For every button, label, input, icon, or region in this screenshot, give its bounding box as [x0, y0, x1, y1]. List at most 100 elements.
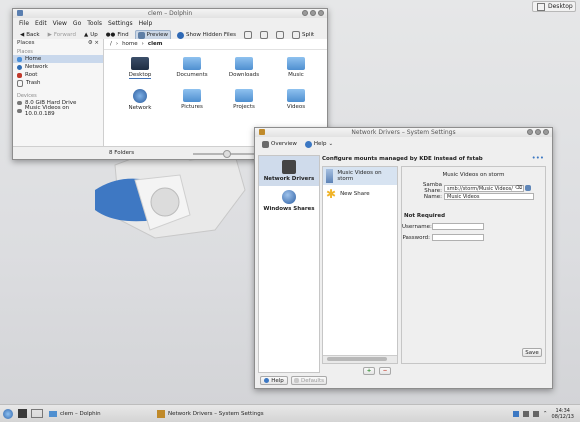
horizontal-scrollbar[interactable] — [323, 355, 397, 363]
details-view-icon — [275, 31, 284, 39]
module-menu-icon[interactable]: ••• — [532, 154, 544, 162]
places-title: Places — [17, 40, 35, 46]
clock[interactable]: 14:34 08/12/13 — [552, 408, 574, 420]
tray-icon[interactable] — [532, 410, 539, 417]
breadcrumb-home[interactable]: home — [122, 41, 138, 47]
places-panel-controls[interactable]: ⚙ × — [88, 40, 99, 46]
close-button[interactable] — [318, 10, 324, 16]
help-button[interactable]: Help — [260, 376, 288, 385]
home-icon — [17, 56, 22, 62]
file-item[interactable]: Projects — [218, 89, 270, 111]
name-label: Name: — [423, 193, 442, 200]
username-row: Username: — [402, 223, 484, 230]
close-button[interactable] — [543, 129, 549, 135]
place-home[interactable]: Home — [13, 55, 103, 63]
window-controls — [302, 10, 324, 16]
chevron-down-icon: ⌄ — [328, 141, 334, 147]
maximize-button[interactable] — [535, 129, 541, 135]
password-input[interactable] — [432, 234, 484, 241]
task-system-settings[interactable]: Network Drivers – System Settings — [153, 408, 281, 420]
folder-icon — [287, 89, 305, 102]
folder-count: 8 Folders — [109, 150, 135, 156]
find-button[interactable]: ●● Find — [104, 31, 131, 39]
kde-launcher-icon — [3, 408, 13, 419]
menu-go[interactable]: Go — [73, 20, 81, 27]
minimize-button[interactable] — [527, 129, 533, 135]
show-desktop-button[interactable]: Desktop — [532, 1, 576, 12]
menu-file[interactable]: File — [19, 20, 29, 27]
help-icon — [304, 140, 312, 148]
breadcrumb-root[interactable]: / — [110, 41, 112, 47]
file-item[interactable]: Videos — [270, 89, 322, 111]
file-item[interactable]: Downloads — [218, 57, 270, 79]
trash-icon — [17, 79, 23, 87]
file-item[interactable]: Network — [114, 89, 166, 111]
samba-share-input[interactable]: smb://storm/Music Videos/ — [444, 184, 524, 192]
module-heading: Configure mounts managed by KDE instead … — [322, 156, 483, 162]
device-music-videos[interactable]: Music Videos on 10.0.0.189 — [13, 105, 103, 117]
username-input[interactable] — [432, 223, 484, 230]
tray-icon[interactable] — [522, 410, 529, 417]
place-root[interactable]: Root — [13, 71, 103, 79]
save-button[interactable]: Save — [522, 348, 542, 357]
password-label: Password: — [402, 234, 430, 241]
breadcrumb-current[interactable]: clem — [148, 41, 163, 47]
new-share-icon: ✱ — [326, 187, 337, 201]
file-item[interactable]: Music — [270, 57, 322, 79]
not-required-heading: Not Required — [404, 213, 446, 219]
folder-icon — [183, 89, 201, 102]
windows-shares-icon — [282, 190, 296, 204]
list-item[interactable]: Music Videos on storm — [323, 167, 397, 185]
devices-section-label: Devices — [17, 93, 37, 99]
defaults-button[interactable]: Defaults — [291, 376, 327, 385]
clear-field-icon[interactable]: ⌫ — [515, 185, 522, 191]
menu-help[interactable]: Help — [139, 20, 153, 27]
form-title: Music Videos on storm — [442, 172, 505, 178]
dolphin-titlebar[interactable]: clem – Dolphin — [13, 9, 327, 18]
nav-windows-shares[interactable]: Windows Shares — [259, 186, 319, 216]
activities-icon — [18, 409, 27, 418]
folder-icon — [235, 89, 253, 102]
activities-button[interactable] — [16, 408, 29, 420]
up-button[interactable]: ▲ Up — [82, 31, 100, 39]
back-button[interactable]: ◀ Back — [18, 31, 42, 39]
menu-settings[interactable]: Settings — [108, 20, 133, 27]
nav-network-drivers[interactable]: Network Drivers — [259, 156, 319, 186]
tray-icon[interactable] — [512, 410, 519, 417]
chevron-up-icon[interactable]: ⌃ — [543, 411, 548, 417]
forward-button[interactable]: ▶ Forward — [46, 31, 78, 39]
menu-tools[interactable]: Tools — [87, 20, 102, 27]
app-launcher-button[interactable] — [0, 408, 16, 420]
pager-icon — [31, 409, 43, 418]
file-item[interactable]: Documents — [166, 57, 218, 79]
task-dolphin[interactable]: clem – Dolphin — [45, 408, 153, 420]
settings-titlebar[interactable]: Network Drivers – System Settings — [255, 128, 552, 137]
folder-icon — [235, 57, 253, 70]
pager-button[interactable] — [29, 408, 45, 420]
file-grid: Desktop Documents Downloads Music Networ… — [114, 57, 319, 111]
settings-window: Network Drivers – System Settings Overvi… — [254, 127, 553, 389]
scrollbar-thumb[interactable] — [327, 357, 387, 361]
name-input[interactable]: Music Videos — [444, 193, 534, 200]
browse-share-icon[interactable] — [525, 185, 532, 191]
folder-icon — [49, 410, 57, 417]
add-mount-button[interactable]: + — [363, 367, 375, 375]
network-drive-icon — [17, 109, 22, 113]
system-tray: ⌃ — [509, 408, 552, 420]
help-menu-button[interactable]: Help ⌄ — [303, 140, 335, 149]
place-network[interactable]: Network — [13, 63, 103, 71]
maximize-button[interactable] — [310, 10, 316, 16]
minimize-button[interactable] — [302, 10, 308, 16]
place-trash[interactable]: Trash — [13, 79, 103, 87]
defaults-icon — [294, 378, 300, 383]
overview-button[interactable]: Overview — [260, 140, 299, 149]
file-item[interactable]: Desktop — [114, 57, 166, 79]
file-item[interactable]: Pictures — [166, 89, 218, 111]
menu-view[interactable]: View — [53, 20, 67, 27]
remove-mount-button[interactable]: − — [379, 367, 391, 375]
name-row: Name: Music Videos — [405, 193, 534, 200]
settings-toolbar: Overview Help ⌄ — [255, 137, 552, 151]
list-item[interactable]: ✱ New Share — [323, 185, 397, 203]
menu-edit[interactable]: Edit — [35, 20, 47, 27]
zoom-slider-handle[interactable] — [223, 150, 231, 158]
